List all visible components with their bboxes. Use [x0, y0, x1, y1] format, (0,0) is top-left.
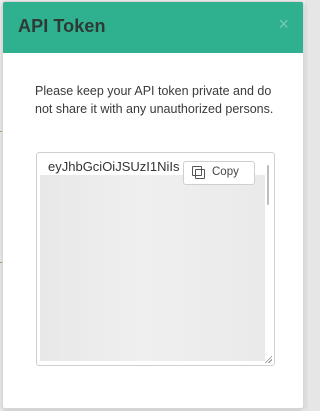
resize-handle-icon[interactable]: [264, 355, 272, 363]
api-token-textarea[interactable]: eyJhbGciOiJSUzI1NiIs Copy: [36, 152, 275, 366]
api-token-dialog: API Token × Please keep your API token p…: [2, 1, 304, 409]
copy-button-label: Copy: [212, 166, 239, 178]
copy-icon: [192, 166, 205, 179]
copy-button[interactable]: Copy: [183, 161, 255, 185]
close-icon[interactable]: ×: [278, 15, 289, 33]
api-token-value: eyJhbGciOiJSUzI1NiIs: [48, 159, 180, 174]
dialog-header: API Token ×: [3, 2, 303, 53]
dialog-title: API Token: [18, 16, 106, 36]
redacted-token-area: [40, 175, 265, 361]
textarea-scrollbar[interactable]: [267, 165, 269, 205]
instructions-text: Please keep your API token private and d…: [35, 84, 274, 116]
